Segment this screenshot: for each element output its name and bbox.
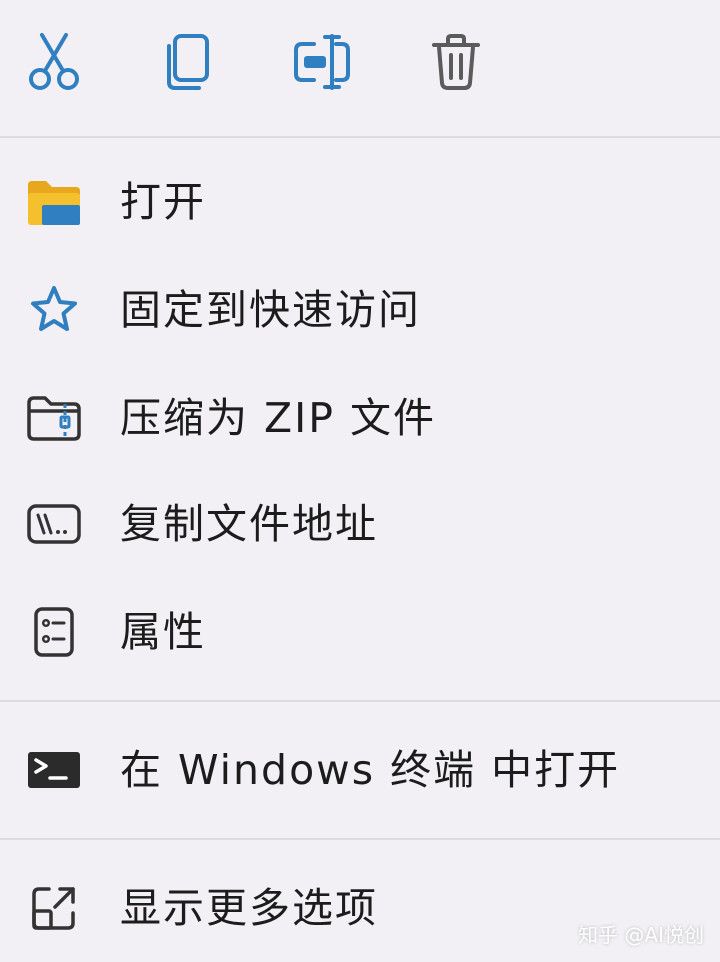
menu-item-label: 打开 — [120, 177, 206, 226]
context-menu: 打开 固定到快速访问 压缩为 ZIP 文件 复制文件地址 属性 在 Window… — [0, 0, 720, 962]
scissors-icon — [26, 31, 82, 93]
menu-item-label: 在 Windows 终端 中打开 — [120, 745, 621, 794]
menu-item-compress-zip[interactable]: 压缩为 ZIP 文件 — [0, 368, 720, 468]
menu-item-label: 显示更多选项 — [120, 883, 378, 932]
trash-icon — [430, 33, 482, 91]
watermark-text: 知乎 @AI悦创 — [578, 923, 704, 947]
separator — [0, 700, 720, 702]
delete-button[interactable] — [416, 22, 496, 102]
zip-folder-icon — [22, 386, 86, 450]
more-options-icon — [22, 876, 86, 940]
menu-item-label: 属性 — [120, 607, 206, 656]
cut-button[interactable] — [14, 22, 94, 102]
menu-item-label: 固定到快速访问 — [120, 285, 421, 334]
star-icon — [22, 278, 86, 342]
menu-item-pin-quick-access[interactable]: 固定到快速访问 — [0, 260, 720, 360]
separator — [0, 838, 720, 840]
rename-icon — [292, 34, 352, 90]
terminal-icon — [22, 738, 86, 802]
menu-item-open-in-terminal[interactable]: 在 Windows 终端 中打开 — [0, 720, 720, 820]
copy-icon — [161, 32, 213, 92]
menu-item-copy-path[interactable]: 复制文件地址 — [0, 474, 720, 574]
menu-item-label: 复制文件地址 — [120, 499, 378, 548]
menu-item-label: 压缩为 ZIP 文件 — [120, 393, 436, 442]
menu-item-open[interactable]: 打开 — [0, 152, 720, 252]
copy-path-icon — [22, 492, 86, 556]
separator — [0, 136, 720, 138]
properties-icon — [22, 600, 86, 664]
rename-button[interactable] — [282, 22, 362, 102]
copy-button[interactable] — [147, 22, 227, 102]
folder-icon — [22, 170, 86, 234]
menu-item-properties[interactable]: 属性 — [0, 582, 720, 682]
quick-actions-toolbar — [0, 0, 720, 136]
